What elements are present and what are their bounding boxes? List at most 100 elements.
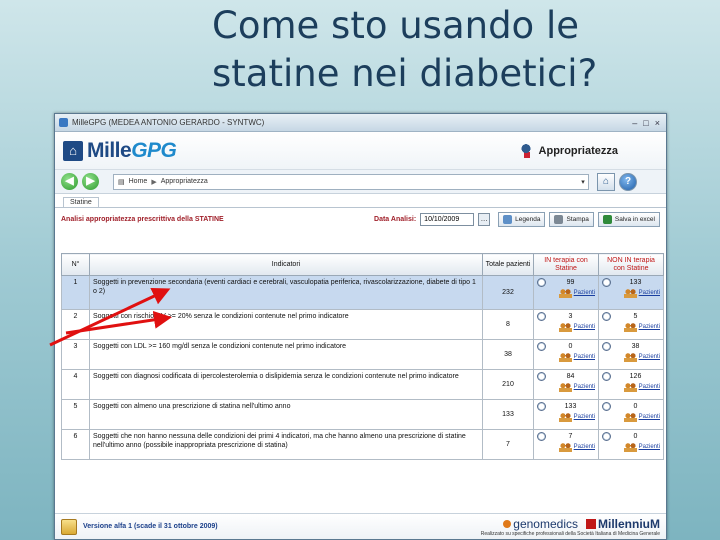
count-value: 3 [568, 313, 573, 320]
patients-link[interactable]: Pazienti [639, 289, 660, 298]
count-value: 84 [566, 373, 575, 380]
minimize-button[interactable]: – [632, 118, 637, 128]
patients-link[interactable]: Pazienti [574, 443, 595, 452]
indicator-text: Soggetti in prevenzione secondaria (even… [89, 275, 483, 310]
date-field[interactable]: 10/10/2009 [420, 212, 475, 226]
patients-link[interactable]: Pazienti [574, 413, 595, 422]
excel-button[interactable]: Salva in excel [597, 211, 660, 227]
table-row[interactable]: 4 Soggetti con diagnosi codificata di ip… [61, 369, 664, 400]
clock-icon [537, 312, 546, 321]
row-number: 6 [61, 429, 90, 460]
col-header-not-in-therapy[interactable]: NON IN terapia con Statine [598, 253, 664, 276]
genomedics-dot-icon [503, 519, 512, 528]
genomedics-logo: genomedics [503, 517, 578, 531]
clock-icon [537, 432, 546, 441]
col-header-total[interactable]: Totale pazienti [482, 253, 534, 276]
patients-link[interactable]: Pazienti [574, 289, 595, 298]
patients-link[interactable]: Pazienti [574, 323, 595, 332]
patients-link[interactable]: Pazienti [639, 323, 660, 332]
not-in-therapy-cell: 133 Pazienti [598, 275, 664, 310]
not-in-therapy-cell: 0 Pazienti [598, 399, 664, 430]
table-row[interactable]: 6 Soggetti che non hanno nessuna delle c… [61, 429, 664, 460]
table-row[interactable]: 3 Soggetti con LDL >= 160 mg/dl senza le… [61, 339, 664, 370]
clock-icon [602, 278, 611, 287]
patients-icon [558, 413, 572, 422]
building-icon[interactable]: ⌂ [597, 172, 615, 191]
patients-icon [558, 353, 572, 362]
in-therapy-cell: 3 Pazienti [533, 309, 599, 340]
clock-icon [537, 402, 546, 411]
patients-icon [558, 323, 572, 332]
analysis-title: Analisi appropriatezza prescrittiva dell… [61, 215, 224, 223]
millennium-mark-icon [586, 518, 596, 529]
tab-statine[interactable]: Statine [63, 197, 99, 207]
in-therapy-cell: 84 Pazienti [533, 369, 599, 400]
genomedics-text: genomedics [513, 516, 578, 531]
count-value: 126 [629, 373, 642, 380]
app-icon [59, 118, 68, 127]
patients-link[interactable]: Pazienti [574, 353, 595, 362]
not-in-therapy-cell: 5 Pazienti [598, 309, 664, 340]
table-row[interactable]: 2 Soggetti con rischio CV >= 20% senza l… [61, 309, 664, 340]
date-picker-button[interactable]: … [478, 212, 491, 226]
logo-building-icon: ⌂ [63, 140, 83, 161]
patients-icon [623, 323, 637, 332]
indicator-text: Soggetti che non hanno nessuna delle con… [89, 429, 483, 460]
patients-link[interactable]: Pazienti [639, 443, 660, 452]
forward-button[interactable]: ▶ [82, 173, 99, 190]
breadcrumb-home[interactable]: Home [129, 178, 148, 185]
patients-icon [623, 289, 637, 298]
total-patients: 38 [482, 339, 534, 370]
row-number: 3 [61, 339, 90, 370]
address-bar[interactable]: ▤ Home ▶ Appropriatezza ▾ [113, 173, 589, 190]
table-row[interactable]: 1 Soggetti in prevenzione secondaria (ev… [61, 275, 664, 310]
navigation-bar: ◀ ▶ ▤ Home ▶ Appropriatezza ▾ ⌂ ? [55, 170, 666, 194]
patients-icon [623, 443, 637, 452]
patients-link[interactable]: Pazienti [574, 383, 595, 392]
status-footer: Versione alfa 1 (scade il 31 ottobre 200… [55, 513, 666, 539]
row-number: 2 [61, 309, 90, 340]
not-in-therapy-cell: 126 Pazienti [598, 369, 664, 400]
table-row[interactable]: 5 Soggetti con almeno una prescrizione d… [61, 399, 664, 430]
logo-text-gpg: GPG [131, 138, 177, 162]
not-in-therapy-cell: 38 Pazienti [598, 339, 664, 370]
version-text: Versione alfa 1 (scade il 31 ottobre 200… [83, 523, 218, 530]
clock-icon [602, 372, 611, 381]
patients-icon [558, 289, 572, 298]
count-value: 0 [568, 343, 573, 350]
millegpg-logo: ⌂ Mille GPG [63, 138, 177, 163]
app-header: ⌂ Mille GPG Appropriatezza [55, 132, 666, 170]
indicator-text: Soggetti con rischio CV >= 20% senza le … [89, 309, 483, 340]
analysis-toolbar: Analisi appropriatezza prescrittiva dell… [55, 208, 666, 230]
millennium-text: MillenniuM [598, 516, 660, 531]
logo-text-mille: Mille [87, 138, 132, 162]
help-button[interactable]: ? [619, 172, 637, 191]
in-therapy-cell: 133 Pazienti [533, 399, 599, 430]
col-header-indicators[interactable]: Indicatori [89, 253, 483, 276]
patients-link[interactable]: Pazienti [639, 353, 660, 362]
window-titlebar[interactable]: MilleGPG (MEDEA ANTONIO GERARDO - SYNTWC… [55, 114, 666, 132]
not-in-therapy-cell: 0 Pazienti [598, 429, 664, 460]
section-title: Appropriatezza [538, 144, 618, 157]
license-icon [61, 518, 77, 535]
total-patients: 232 [482, 275, 534, 310]
count-value: 5 [633, 313, 638, 320]
col-header-n[interactable]: N° [61, 253, 90, 276]
total-patients: 133 [482, 399, 534, 430]
print-button-label: Stampa [566, 215, 589, 223]
chevron-down-icon[interactable]: ▾ [578, 178, 588, 186]
total-patients: 7 [482, 429, 534, 460]
patients-link[interactable]: Pazienti [639, 383, 660, 392]
home-icon: ▤ [118, 178, 125, 186]
patients-link[interactable]: Pazienti [639, 413, 660, 422]
col-header-in-therapy[interactable]: IN terapia con Statine [533, 253, 599, 276]
legend-button-label: Legenda [515, 215, 541, 223]
legend-button[interactable]: Legenda [498, 211, 546, 227]
maximize-button[interactable]: □ [643, 118, 648, 128]
back-button[interactable]: ◀ [61, 173, 78, 190]
slide-title: Come sto usando le statine nei diabetici… [212, 2, 692, 98]
print-button[interactable]: Stampa [549, 211, 594, 227]
tab-bar: Statine [55, 194, 666, 208]
close-button[interactable]: × [655, 118, 660, 128]
millennium-logo: MillenniuM [586, 517, 660, 531]
